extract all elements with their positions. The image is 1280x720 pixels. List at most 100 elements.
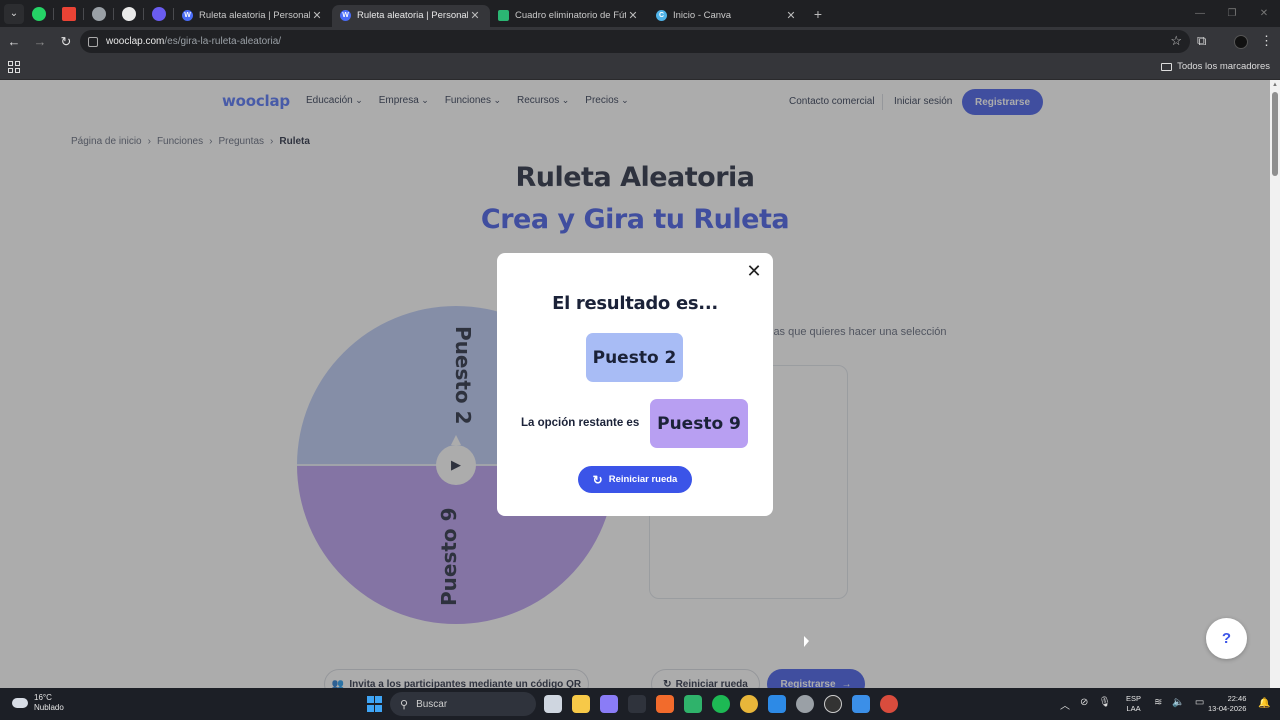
tab-ruleta-2[interactable]: W Ruleta aleatoria | Personaliza y g ✕	[332, 4, 490, 27]
brave-icon[interactable]	[656, 695, 674, 713]
lang-layout: LAA	[1126, 704, 1141, 713]
result-modal: ✕ El resultado es... Puesto 2 La opción …	[497, 253, 773, 516]
bookmarks-bar: Todos los marcadores	[0, 56, 1280, 80]
scroll-up-icon[interactable]: ▲	[1272, 82, 1278, 88]
chrome-icon[interactable]	[740, 695, 758, 713]
tab-title: Inicio - Canva	[673, 10, 732, 21]
app-icon[interactable]	[628, 695, 646, 713]
tab-ruleta-1[interactable]: W Ruleta aleatoria | Personaliza y g ✕	[174, 5, 332, 27]
taskbar-apps	[544, 695, 898, 713]
extensions-icon[interactable]: ⧉	[1197, 33, 1206, 49]
url-input[interactable]: wooclap.com/es/gira-la-ruleta-aleatoria/…	[80, 30, 1190, 53]
lang-code: ESP	[1126, 694, 1142, 703]
new-tab-icon[interactable]: +	[810, 6, 826, 22]
system-tray: ︿ ⊘ 🎙	[1060, 697, 1111, 712]
tab-close-icon[interactable]: ✕	[626, 9, 640, 22]
url-path: /es/gira-la-ruleta-aleatoria/	[164, 36, 282, 47]
gmail-icon	[62, 6, 76, 21]
notification-bell-icon[interactable]: 🔔	[1258, 698, 1270, 709]
tab-close-icon[interactable]: ✕	[784, 9, 798, 22]
wifi-icon[interactable]: ≋	[1154, 697, 1162, 708]
status-icons: ≋ 🔈 ▭	[1154, 697, 1204, 708]
link-icon	[92, 6, 106, 21]
language-indicator[interactable]: ESP LAA	[1126, 694, 1141, 714]
result-badge: Puesto 2	[586, 333, 683, 382]
pinned-tab-gmail[interactable]	[54, 0, 84, 27]
tab-cuadro[interactable]: Cuadro eliminatorio de Fútbol ✕	[490, 5, 648, 27]
media-player-icon[interactable]	[824, 695, 842, 713]
help-button[interactable]: ?	[1206, 618, 1247, 659]
minimize-icon[interactable]: —	[1184, 0, 1216, 27]
app-blue-icon[interactable]	[768, 695, 786, 713]
canva-favicon-icon: C	[656, 10, 667, 21]
page-scrollbar[interactable]: ▲	[1270, 80, 1280, 688]
web-page: wooclap Educación Empresa Funciones Recu…	[0, 80, 1270, 688]
modal-reset-button[interactable]: ↻ Reiniciar rueda	[578, 466, 692, 493]
close-icon[interactable]: ✕	[746, 262, 762, 280]
file-explorer-icon[interactable]	[572, 695, 590, 713]
apps-grid-icon[interactable]	[8, 61, 20, 73]
whatsapp-icon	[32, 6, 46, 21]
reload-icon[interactable]: ↻	[54, 30, 78, 54]
all-bookmarks-label: Todos los marcadores	[1177, 61, 1270, 72]
pinned-tab-whatsapp[interactable]	[24, 0, 54, 27]
weather-widget[interactable]: 16°C Nublado	[12, 693, 64, 713]
window-close-icon[interactable]: ✕	[1248, 0, 1280, 27]
search-icon: ⚲	[400, 698, 409, 711]
search-label: Buscar	[416, 698, 448, 710]
window-app-icon[interactable]	[852, 695, 870, 713]
microphone-icon[interactable]: 🎙	[1098, 697, 1111, 712]
tab-title: Ruleta aleatoria | Personaliza y g	[199, 10, 310, 21]
chrome-profile-icon[interactable]	[880, 695, 898, 713]
url-host: wooclap.com	[106, 36, 165, 47]
weather-text: 16°C Nublado	[34, 693, 64, 713]
live-icon[interactable]	[684, 695, 702, 713]
network-off-icon[interactable]: ⊘	[1080, 697, 1088, 712]
remaining-badge: Puesto 9	[650, 399, 748, 448]
task-view-icon[interactable]	[544, 695, 562, 713]
clock[interactable]: 22:46 13-04-2026	[1208, 694, 1246, 714]
mouse-cursor-icon	[804, 636, 809, 647]
temperature: 16°C	[34, 693, 52, 702]
clock-time: 22:46	[1227, 694, 1247, 703]
profile-avatar[interactable]	[1234, 35, 1248, 49]
wooclap-favicon-icon: W	[340, 10, 351, 21]
chevron-up-icon[interactable]: ︿	[1060, 697, 1070, 712]
tab-title: Cuadro eliminatorio de Fútbol	[515, 10, 626, 21]
all-bookmarks-button[interactable]: Todos los marcadores	[1161, 61, 1270, 72]
browser-menu-icon[interactable]: ⋮	[1260, 33, 1273, 49]
forward-icon[interactable]: →	[28, 30, 52, 54]
address-bar-row: ← → ↻ wooclap.com/es/gira-la-ruleta-alea…	[0, 27, 1280, 56]
refresh-icon: ↻	[592, 472, 603, 487]
volume-icon[interactable]: 🔈	[1172, 697, 1184, 708]
tab-close-icon[interactable]: ✕	[310, 9, 324, 22]
pinned-tab-app[interactable]	[114, 0, 144, 27]
site-info-icon[interactable]	[88, 36, 98, 47]
url-text: wooclap.com/es/gira-la-ruleta-aleatoria/	[106, 36, 281, 47]
pinned-tab-feather[interactable]	[144, 0, 174, 27]
tab-canva[interactable]: C Inicio - Canva ✕	[648, 5, 806, 27]
tab-close-icon[interactable]: ✕	[468, 9, 482, 22]
modal-reset-label: Reiniciar rueda	[608, 474, 678, 485]
copilot-icon[interactable]	[600, 695, 618, 713]
feather-icon	[152, 6, 166, 21]
back-icon[interactable]: ←	[2, 30, 26, 54]
taskbar-search[interactable]: ⚲ Buscar	[390, 692, 536, 716]
wooclap-favicon-icon: W	[182, 10, 193, 21]
pinned-tab-link[interactable]	[84, 0, 114, 27]
settings-icon[interactable]	[796, 695, 814, 713]
battery-icon[interactable]: ▭	[1195, 697, 1204, 708]
browser-tab-bar: ⌄ W Ruleta aleatoria | Personaliza y g ✕…	[0, 0, 1280, 27]
modal-title: El resultado es...	[552, 293, 718, 314]
tab-search-icon[interactable]: ⌄	[4, 3, 24, 24]
clock-date: 13-04-2026	[1208, 704, 1247, 713]
app-icon	[122, 6, 136, 21]
folder-icon	[1161, 62, 1173, 71]
scrollbar-thumb[interactable]	[1272, 92, 1278, 176]
windows-start-icon[interactable]	[367, 696, 383, 712]
sheets-favicon-icon	[498, 10, 509, 21]
window-controls: — ❐ ✕	[1184, 0, 1280, 27]
restore-icon[interactable]: ❐	[1216, 0, 1248, 27]
spotify-icon[interactable]	[712, 695, 730, 713]
bookmark-star-icon[interactable]: ☆	[1170, 33, 1182, 49]
